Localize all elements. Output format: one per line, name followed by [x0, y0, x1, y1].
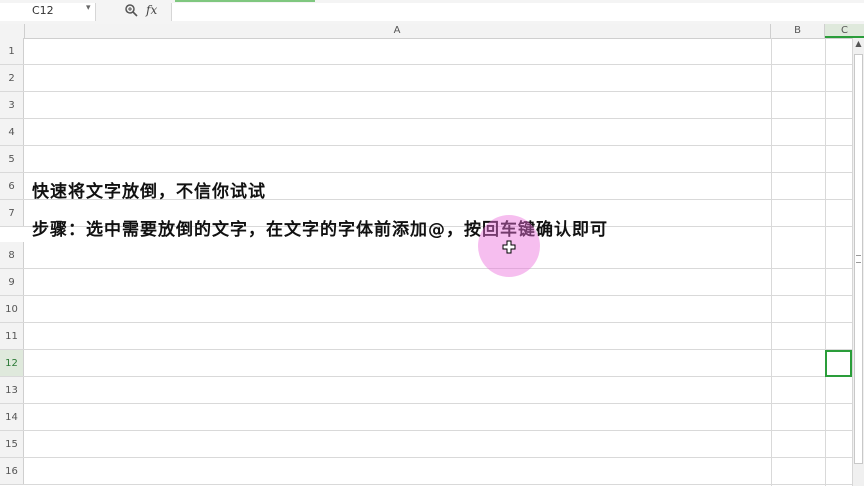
formula-input[interactable] [171, 3, 864, 21]
scroll-grip-icon [856, 255, 861, 263]
column-header-row: A B C [0, 24, 864, 39]
row-header[interactable]: 3 [0, 92, 24, 118]
row-header[interactable]: 1 [0, 38, 24, 64]
select-all-corner[interactable] [0, 24, 25, 38]
table-row[interactable]: 12 [0, 350, 852, 377]
row-header[interactable]: 14 [0, 404, 24, 430]
table-row[interactable]: 9 [0, 269, 852, 296]
name-box[interactable]: C12 ▾ [0, 3, 96, 21]
table-row[interactable]: 15 [0, 431, 852, 458]
chevron-down-icon[interactable]: ▾ [86, 3, 91, 13]
row-header[interactable]: 10 [0, 296, 24, 322]
table-row[interactable]: 16 [0, 458, 852, 485]
table-row[interactable]: 4 [0, 119, 852, 146]
formula-bar: C12 ▾ fx [0, 0, 864, 25]
row-header[interactable]: 9 [0, 269, 24, 295]
top-accent-line [175, 0, 315, 2]
row-header[interactable]: 6 [0, 173, 24, 199]
row-header[interactable]: 12 [0, 350, 24, 376]
column-header-a[interactable]: A [24, 24, 771, 38]
selected-cell-c12[interactable] [825, 350, 852, 377]
row-header[interactable]: 2 [0, 65, 24, 91]
fx-icon[interactable]: fx [146, 3, 157, 17]
row-header[interactable]: 11 [0, 323, 24, 349]
sheet-grid[interactable]: 1 2 3 4 5 6 快速将文字放倒，不信你试试 7 步骤：选中需要放倒的文字… [0, 38, 852, 486]
row-header[interactable]: 13 [0, 377, 24, 403]
table-row[interactable]: 2 [0, 65, 852, 92]
table-row[interactable]: 10 [0, 296, 852, 323]
table-row[interactable]: 1 [0, 38, 852, 65]
row-header[interactable]: 8 [0, 242, 24, 268]
name-box-value: C12 [32, 4, 54, 17]
table-row[interactable]: 14 [0, 404, 852, 431]
cursor-cross-icon [502, 240, 516, 254]
table-row[interactable]: 13 [0, 377, 852, 404]
scroll-up-arrow-icon[interactable]: ▲ [853, 38, 864, 49]
table-row[interactable]: 11 [0, 323, 852, 350]
row-header[interactable]: 4 [0, 119, 24, 145]
row-header[interactable]: 16 [0, 458, 24, 484]
column-header-b[interactable]: B [771, 24, 825, 38]
table-row[interactable]: 6 快速将文字放倒，不信你试试 [0, 173, 852, 202]
row-header[interactable]: 5 [0, 146, 24, 172]
formula-tools: fx [98, 3, 170, 21]
table-row[interactable]: 3 [0, 92, 852, 119]
zoom-icon[interactable] [124, 3, 138, 19]
table-row[interactable]: 5 [0, 146, 852, 173]
table-row[interactable]: 7 步骤：选中需要放倒的文字，在文字的字体前添加@，按回车键确认即可 [0, 200, 852, 240]
column-header-c[interactable]: C [825, 24, 864, 38]
row-header[interactable]: 7 [0, 200, 24, 226]
row-header[interactable]: 15 [0, 431, 24, 457]
table-row[interactable]: 8 [0, 242, 852, 269]
cell-a6[interactable]: 快速将文字放倒，不信你试试 [32, 177, 266, 202]
vertical-scrollbar[interactable]: ▲ [852, 38, 864, 486]
scroll-thumb[interactable] [854, 54, 863, 464]
